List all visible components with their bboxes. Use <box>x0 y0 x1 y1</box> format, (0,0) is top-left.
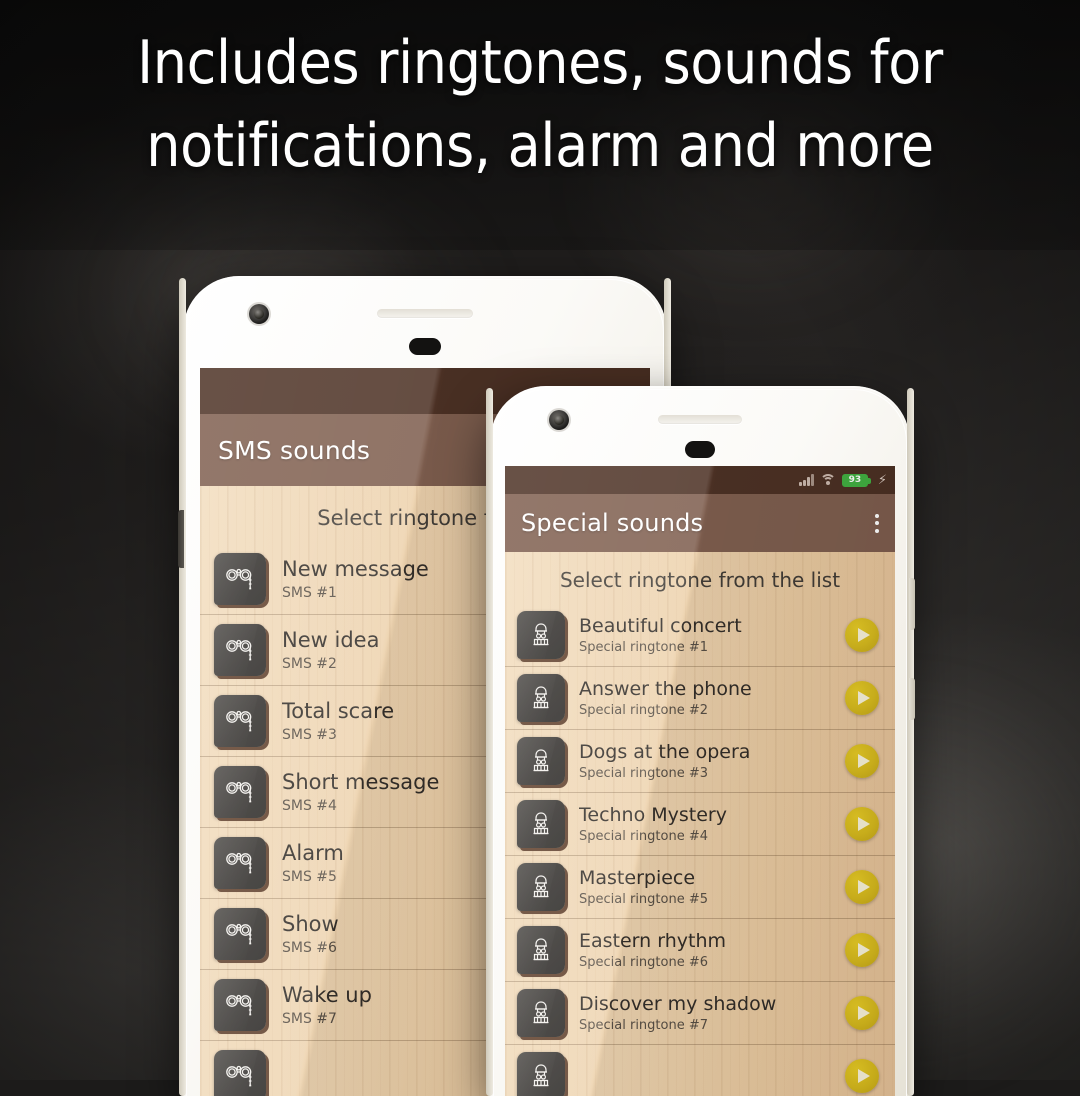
earpiece-speaker <box>377 309 473 318</box>
list-item[interactable]: Answer the phone Special ringtone #2 <box>505 667 895 730</box>
list-item-text: Beautiful concert Special ringtone #1 <box>565 615 845 655</box>
list-item-subtitle: Special ringtone #3 <box>579 766 709 782</box>
front-camera-icon <box>549 410 569 430</box>
phone-right-volume-button[interactable] <box>909 578 915 630</box>
opera-glasses-icon <box>214 766 266 818</box>
phone-right-edge-left <box>486 388 493 1096</box>
list-item-text: Masterpiece Special ringtone #5 <box>565 867 845 907</box>
opera-glasses-icon <box>214 695 266 747</box>
list-item[interactable]: Beautiful concert Special ringtone #1 <box>505 604 895 667</box>
earpiece-speaker <box>658 415 742 424</box>
promo-headline-line-2: notifications, alarm and more <box>146 110 934 181</box>
list-item[interactable]: Dogs at the opera Special ringtone #3 <box>505 730 895 793</box>
app-title-left: SMS sounds <box>218 435 371 465</box>
list-item-text: Dogs at the opera Special ringtone #3 <box>565 741 845 781</box>
battery-icon: 93 <box>841 473 871 487</box>
phone-left-edge-left <box>179 278 186 1096</box>
list-item-text <box>565 1075 845 1078</box>
list-item-title: Masterpiece <box>579 866 696 889</box>
list-item-title: Eastern rhythm <box>579 929 727 952</box>
statue-figure-icon <box>517 989 565 1037</box>
phone-right-screen: 93 ⚡ Special sounds Select ringtone from… <box>505 466 895 1096</box>
opera-glasses-icon <box>214 553 266 605</box>
list-item-subtitle: Special ringtone #2 <box>579 703 709 719</box>
play-button[interactable] <box>845 996 879 1030</box>
overflow-menu-icon[interactable] <box>875 513 879 533</box>
list-item-title: Dogs at the opera <box>579 740 751 763</box>
list-item[interactable]: Masterpiece Special ringtone #5 <box>505 856 895 919</box>
list-item[interactable] <box>505 1045 895 1096</box>
play-button[interactable] <box>845 618 879 652</box>
phone-mockup-right: 93 ⚡ Special sounds Select ringtone from… <box>486 386 915 1096</box>
list-item-subtitle: Special ringtone #5 <box>579 892 709 908</box>
opera-glasses-icon <box>214 1050 266 1096</box>
proximity-sensor <box>409 338 441 355</box>
list-header-right: Select ringtone from the list <box>559 568 841 592</box>
statue-figure-icon <box>517 1052 565 1096</box>
play-button[interactable] <box>845 807 879 841</box>
app-title-right: Special sounds <box>521 509 704 537</box>
list-item-subtitle: Special ringtone #6 <box>579 955 709 971</box>
play-button[interactable] <box>845 744 879 778</box>
phone-right-edge-right <box>907 388 914 1096</box>
play-button[interactable] <box>845 870 879 904</box>
opera-glasses-icon <box>214 979 266 1031</box>
list-item-title: Beautiful concert <box>579 614 742 637</box>
promo-headline-line-1: Includes ringtones, sounds for <box>137 28 943 98</box>
proximity-sensor <box>685 441 715 458</box>
signal-bars-icon <box>799 474 814 486</box>
statue-figure-icon <box>517 926 565 974</box>
list-item-title: Techno Mystery <box>579 803 727 826</box>
statue-figure-icon <box>517 737 565 785</box>
opera-glasses-icon <box>214 624 266 676</box>
statue-figure-icon <box>517 611 565 659</box>
battery-level-text: 93 <box>848 474 862 485</box>
statue-figure-icon <box>517 800 565 848</box>
list-item-text: Discover my shadow Special ringtone #7 <box>565 993 845 1033</box>
wifi-icon <box>819 474 836 486</box>
list-item-subtitle: Special ringtone #4 <box>579 829 709 845</box>
ringtone-list-right: Select ringtone from the list Beautiful … <box>505 552 895 1096</box>
list-item-title: Answer the phone <box>579 677 752 700</box>
charging-bolt-icon: ⚡ <box>877 472 887 488</box>
front-camera-icon <box>249 304 269 324</box>
statue-figure-icon <box>517 674 565 722</box>
play-button[interactable] <box>845 933 879 967</box>
opera-glasses-icon <box>214 908 266 960</box>
phone-right-power-button[interactable] <box>909 678 915 720</box>
list-item-subtitle: Special ringtone #7 <box>579 1018 709 1034</box>
play-button[interactable] <box>845 681 879 715</box>
list-item[interactable]: Techno Mystery Special ringtone #4 <box>505 793 895 856</box>
list-item[interactable]: Eastern rhythm Special ringtone #6 <box>505 919 895 982</box>
list-item-text: Answer the phone Special ringtone #2 <box>565 678 845 718</box>
status-bar-right: 93 ⚡ <box>505 466 895 494</box>
list-item-text: Techno Mystery Special ringtone #4 <box>565 804 845 844</box>
list-item-subtitle: Special ringtone #1 <box>579 640 709 656</box>
statue-figure-icon <box>517 863 565 911</box>
action-bar-right: Special sounds <box>505 494 895 552</box>
phone-left-volume-button[interactable] <box>178 510 184 568</box>
promo-headline: Includes ringtones, sounds for notificat… <box>0 22 1080 188</box>
list-item[interactable]: Discover my shadow Special ringtone #7 <box>505 982 895 1045</box>
list-item-text: Eastern rhythm Special ringtone #6 <box>565 930 845 970</box>
list-item-title: Discover my shadow <box>579 992 777 1015</box>
opera-glasses-icon <box>214 837 266 889</box>
play-button[interactable] <box>845 1059 879 1093</box>
